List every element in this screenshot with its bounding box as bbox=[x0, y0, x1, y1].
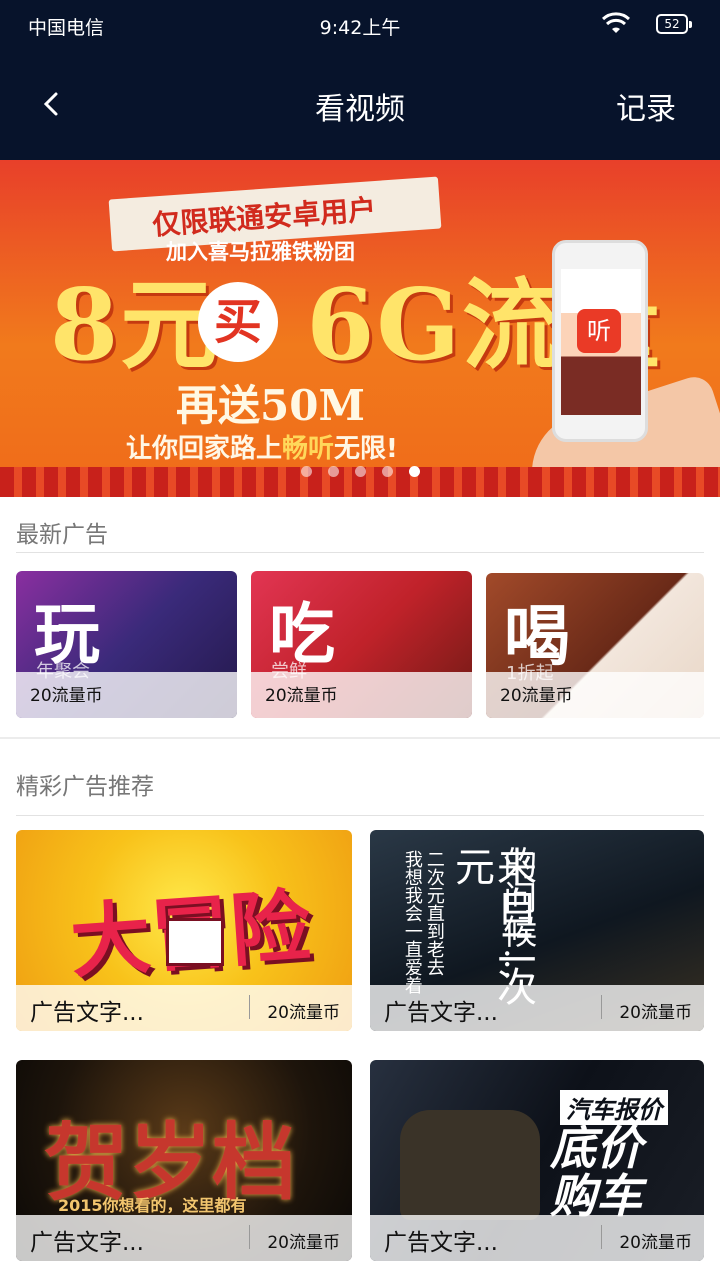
divider bbox=[601, 995, 602, 1019]
banner-slogan: 让你回家路上畅听无限! bbox=[126, 434, 398, 464]
car-seat-image bbox=[400, 1110, 540, 1220]
card-coin-label: 20流量币 bbox=[16, 672, 237, 718]
card-title: 广告文字... bbox=[384, 1230, 498, 1256]
card-footer: 广告文字... 20流量币 bbox=[370, 1215, 704, 1261]
section-title-featured: 精彩广告推荐 bbox=[16, 774, 154, 800]
card-art-text: 2015你想看的，这里都有 bbox=[58, 1196, 247, 1215]
divider bbox=[16, 552, 704, 553]
card-coin-label: 20流量币 bbox=[267, 1233, 340, 1253]
carousel-indicator bbox=[0, 462, 720, 481]
card-coin-label: 20流量币 bbox=[267, 1003, 340, 1023]
card-footer: 广告文字... 20流量币 bbox=[16, 1215, 352, 1261]
section-separator bbox=[0, 737, 720, 739]
card-coin-label: 20流量币 bbox=[619, 1003, 692, 1023]
card-coin-label: 20流量币 bbox=[486, 672, 704, 718]
app-header: 中国电信 9:42上午 52 看视频 记录 bbox=[0, 0, 720, 160]
phone-image: 听 bbox=[552, 240, 648, 442]
card-art-text: 的问候... bbox=[496, 846, 537, 981]
promo-banner[interactable]: 仅限联通安卓用户 加入喜马拉雅铁粉团 8元 6G流量 买 再送50M 让你回家路上… bbox=[0, 160, 720, 497]
banner-buy-badge: 买 bbox=[198, 282, 278, 362]
card-title: 广告文字... bbox=[30, 1230, 144, 1256]
card-title: 广告文字... bbox=[30, 1000, 144, 1026]
banner-gift: 再送50M bbox=[176, 381, 365, 430]
featured-ad-card[interactable]: 汽车报价 底价 购车 广告文字... 20流量币 bbox=[370, 1060, 704, 1261]
divider bbox=[601, 1225, 602, 1249]
divider bbox=[249, 995, 250, 1019]
ximalaya-app-icon: 听 bbox=[577, 309, 621, 353]
card-art-text: 我想我会一直爱着 bbox=[401, 850, 423, 994]
featured-ad-card[interactable]: 大冒险 广告文字... 20流量币 bbox=[16, 830, 352, 1031]
carousel-dot-active[interactable] bbox=[408, 466, 420, 477]
wifi-icon bbox=[602, 12, 630, 33]
mascot-image bbox=[166, 918, 224, 966]
featured-ad-card[interactable]: 来自二次元 的问候... 二次元直到老去 我想我会一直爱着 广告文字... 20… bbox=[370, 830, 704, 1031]
carousel-dot[interactable] bbox=[354, 466, 366, 477]
carousel-dot[interactable] bbox=[327, 466, 339, 477]
latest-ad-card[interactable]: 吃 尝鲜 20流量币 bbox=[251, 571, 472, 718]
card-art-text: 汽车报价 bbox=[560, 1090, 668, 1125]
card-art-text: 二次元直到老去 bbox=[423, 850, 445, 976]
divider bbox=[249, 1225, 250, 1249]
carousel-dot[interactable] bbox=[381, 466, 393, 477]
card-coin-label: 20流量币 bbox=[619, 1233, 692, 1253]
battery-icon: 52 bbox=[656, 14, 692, 34]
card-footer: 广告文字... 20流量币 bbox=[370, 985, 704, 1031]
card-title: 广告文字... bbox=[384, 1000, 498, 1026]
featured-ad-card[interactable]: 贺岁档 2015你想看的，这里都有 广告文字... 20流量币 bbox=[16, 1060, 352, 1261]
carousel-dot[interactable] bbox=[300, 466, 312, 477]
status-bar: 中国电信 9:42上午 52 bbox=[0, 0, 720, 50]
record-button[interactable]: 记录 bbox=[616, 84, 676, 128]
card-art-text: 底价 购车 bbox=[550, 1121, 642, 1224]
divider bbox=[16, 815, 704, 816]
latest-ad-card[interactable]: 玩 年聚会 20流量币 bbox=[16, 571, 237, 718]
latest-ad-card[interactable]: 喝 1折起 20流量币 bbox=[486, 573, 704, 718]
card-coin-label: 20流量币 bbox=[251, 672, 472, 718]
page-title: 看视频 bbox=[315, 92, 405, 127]
card-footer: 广告文字... 20流量币 bbox=[16, 985, 352, 1031]
section-title-latest: 最新广告 bbox=[16, 522, 108, 548]
